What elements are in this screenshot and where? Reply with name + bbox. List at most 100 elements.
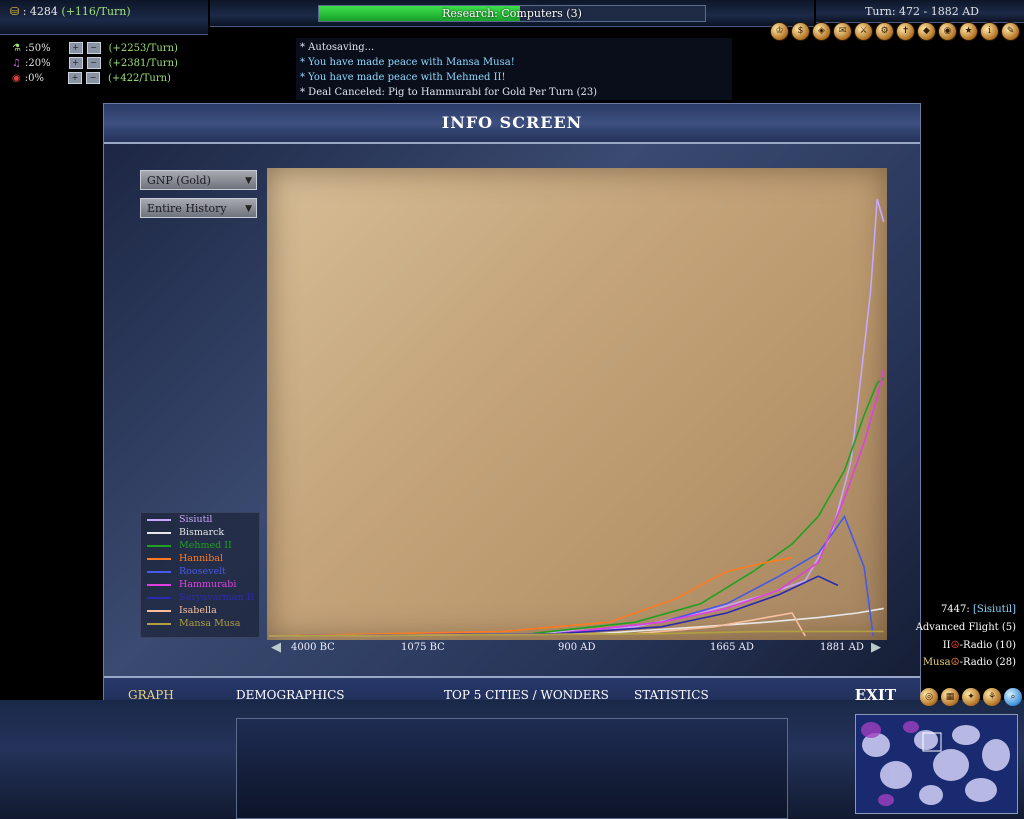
- gnp-line-chart: [268, 198, 885, 637]
- domestic-advisor-icon[interactable]: ♔: [770, 22, 789, 41]
- legend-entry: Roosevelt: [141, 565, 259, 578]
- chevron-down-icon: ▼: [245, 204, 252, 214]
- legend-entry: Suryavarman II: [141, 591, 259, 604]
- legend-entry: Mansa Musa: [141, 617, 259, 630]
- science-rate: (+2253/Turn): [108, 42, 178, 54]
- science-increase-button[interactable]: +: [68, 42, 83, 54]
- research-label: Research: Computers (3): [442, 7, 582, 20]
- espionage-decrease-button[interactable]: −: [85, 72, 100, 84]
- minimap-resources-icon[interactable]: ✦: [962, 688, 980, 706]
- selection-panel: [236, 718, 788, 819]
- corporation-advisor-icon[interactable]: ◆: [917, 22, 936, 41]
- espionage-pct: :0%: [24, 72, 44, 84]
- military-advisor-icon[interactable]: ⚔: [854, 22, 873, 41]
- x-tick-label: 1075 BC: [401, 642, 445, 653]
- science-decrease-button[interactable]: −: [86, 42, 101, 54]
- score-value: 7447:: [940, 604, 970, 615]
- espionage-icon: ◉: [12, 72, 21, 84]
- religion-advisor-icon[interactable]: ✝: [896, 22, 915, 41]
- turn-label: Turn: 472 - 1882 AD: [865, 5, 979, 18]
- legend-entry: Isabella: [141, 604, 259, 617]
- espionage-increase-button[interactable]: +: [67, 72, 82, 84]
- legend-label: Hammurabi: [179, 579, 237, 590]
- log-message: * Deal Canceled: Pig to Hammurabi for Go…: [300, 87, 598, 98]
- legend-label: Mehmed II: [179, 540, 232, 551]
- legend-label: Sisiutil: [179, 514, 213, 525]
- rival-tech: -Radio (28): [959, 657, 1016, 668]
- gold-readout: ⛁ : 4284 (+116/Turn): [10, 5, 131, 18]
- minimap[interactable]: [855, 714, 1018, 814]
- culture-increase-button[interactable]: +: [68, 57, 83, 69]
- log-message: * You have made peace with Mansa Musa!: [300, 57, 515, 68]
- espionage-slider-row: ◉ :0% + − (+422/Turn): [12, 72, 171, 84]
- rival-research-1: II☮-Radio (10): [943, 640, 1016, 651]
- current-research: Advanced Flight (5): [915, 622, 1016, 633]
- legend-swatch: [147, 622, 171, 625]
- advisor-buttons: ♔ $ ◈ ✉ ⚔ ⚙ ✝ ◆ ◉ ★ i ✎: [770, 22, 1020, 41]
- science-slider-row: ⚗ :50% + − (+2253/Turn): [12, 42, 178, 54]
- scroll-right-arrow-icon[interactable]: ▶: [871, 640, 881, 655]
- culture-slider-row: ♫ :20% + − (+2381/Turn): [12, 57, 178, 69]
- legend-swatch: [147, 596, 171, 599]
- graph-area: [267, 168, 887, 640]
- minimap-yield-icon[interactable]: ⚘: [983, 688, 1001, 706]
- legend-label: Mansa Musa: [179, 618, 241, 629]
- series-line-mehmed-ii: [268, 377, 885, 637]
- metric-dropdown[interactable]: GNP (Gold) ▼: [140, 170, 257, 190]
- log-message: * Autosaving...: [300, 42, 375, 53]
- metric-dropdown-value: GNP (Gold): [147, 174, 211, 187]
- foreign-advisor-icon[interactable]: ✉: [833, 22, 852, 41]
- legend-swatch: [147, 518, 171, 521]
- settings-icon[interactable]: ✎: [1001, 22, 1020, 41]
- legend-swatch: [147, 570, 171, 573]
- series-line-roosevelt: [268, 514, 874, 637]
- minimap-terrain: [856, 715, 1017, 813]
- legend-label: Isabella: [179, 605, 217, 616]
- info-screen-panel: INFO SCREEN GNP (Gold) ▼ Entire History …: [103, 103, 921, 717]
- minimap-grid-icon[interactable]: ▦: [941, 688, 959, 706]
- civics-icon[interactable]: ◈: [812, 22, 831, 41]
- range-dropdown[interactable]: Entire History ▼: [140, 198, 257, 218]
- x-tick-label: 4000 BC: [291, 642, 335, 653]
- culture-decrease-button[interactable]: −: [86, 57, 101, 69]
- legend-entry: Sisiutil: [141, 513, 259, 526]
- victory-icon[interactable]: ★: [959, 22, 978, 41]
- x-tick-label: 1881 AD: [820, 642, 864, 653]
- culture-pct: :20%: [24, 57, 51, 69]
- legend-label: Bismarck: [179, 527, 225, 538]
- legend-label: Suryavarman II: [179, 592, 255, 603]
- range-dropdown-value: Entire History: [147, 202, 227, 215]
- legend-entry: Hammurabi: [141, 578, 259, 591]
- x-axis: ◀ 4000 BC 1075 BC 900 AD 1665 AD 1881 AD…: [267, 640, 887, 656]
- minimap-zoom-icon[interactable]: ⌕: [1004, 688, 1022, 706]
- minimap-toggle-icon[interactable]: ◎: [920, 688, 938, 706]
- rival-research-2: Musa☮-Radio (28): [923, 657, 1016, 668]
- legend-swatch: [147, 583, 171, 586]
- espionage-rate: (+422/Turn): [107, 72, 171, 84]
- legend-entry: Mehmed II: [141, 539, 259, 552]
- info-screen-title: INFO SCREEN: [104, 104, 920, 144]
- research-bar[interactable]: Research: Computers (3): [318, 5, 706, 22]
- legend-label: Hannibal: [179, 553, 224, 564]
- gold-rate: (+116/Turn): [61, 5, 131, 18]
- culture-rate: (+2381/Turn): [108, 57, 178, 69]
- info-icon[interactable]: i: [980, 22, 999, 41]
- x-tick-label: 1665 AD: [710, 642, 754, 653]
- chevron-down-icon: ▼: [245, 176, 252, 186]
- finance-advisor-icon[interactable]: $: [791, 22, 810, 41]
- legend-swatch: [147, 544, 171, 547]
- rival-name: Musa: [922, 657, 951, 668]
- tech-advisor-icon[interactable]: ⚙: [875, 22, 894, 41]
- chart-legend: Sisiutil Bismarck Mehmed II Hannibal Rooseve…: [140, 512, 260, 638]
- science-pct: :50%: [24, 42, 51, 54]
- event-log: * Autosaving... * You have made peace wit…: [296, 38, 732, 100]
- legend-entry: Bismarck: [141, 526, 259, 539]
- espionage-advisor-icon[interactable]: ◉: [938, 22, 957, 41]
- series-line-hannibal: [268, 557, 793, 637]
- research-line: Advanced Flight (5): [916, 622, 1016, 633]
- score-line: 7447: [Sisiutil]: [941, 604, 1016, 615]
- scroll-left-arrow-icon[interactable]: ◀: [271, 640, 281, 655]
- legend-swatch: [147, 609, 171, 612]
- culture-icon: ♫: [12, 57, 21, 69]
- score-player: [Sisiutil]: [972, 604, 1016, 615]
